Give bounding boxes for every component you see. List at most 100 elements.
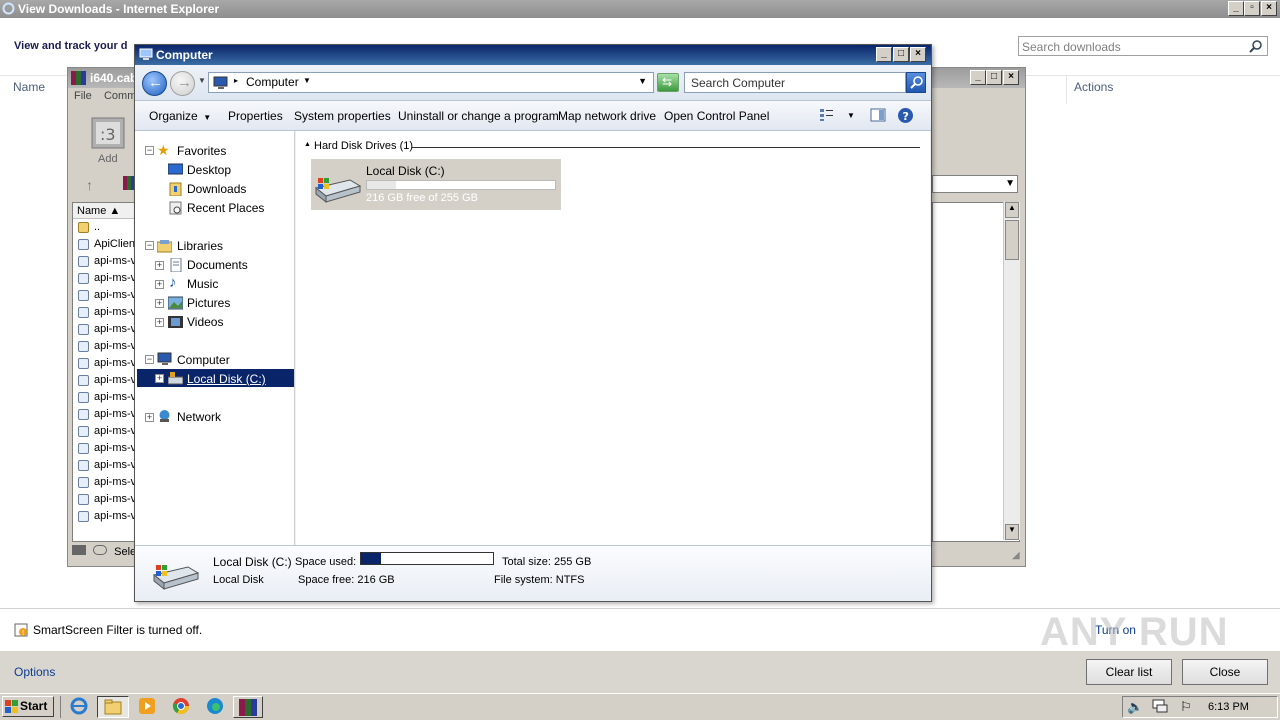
edge-icon[interactable] [206,697,224,715]
view-options-chevron-icon[interactable]: ▼ [847,111,855,120]
archive-close-button[interactable]: × [1003,70,1019,85]
nav-item-documents[interactable]: Documents [187,258,248,272]
group-collapse-icon[interactable]: ▲ [304,141,311,148]
nav-item-downloads[interactable]: Downloads [187,182,246,196]
forward-button[interactable]: → [170,71,195,96]
up-arrow-icon[interactable]: ↑ [86,177,93,193]
list-item[interactable]: api-ms-v [78,474,136,491]
uninstall-program-button[interactable]: Uninstall or change a program [398,109,559,123]
list-item[interactable]: api-ms-v [78,491,136,508]
nav-item-music[interactable]: Music [187,277,218,291]
change-view-icon[interactable] [819,108,835,122]
close-button[interactable]: Close [1182,659,1268,685]
internet-explorer-icon[interactable] [70,697,88,715]
archive-path-dropdown[interactable]: ▼ [932,175,1018,193]
archive-menu-commands[interactable]: Comm [104,90,136,102]
local-disk-expand-toggle[interactable]: + [155,374,164,383]
options-link[interactable]: Options [14,665,55,679]
computer-collapse-toggle[interactable]: − [145,355,154,364]
ie-column-name[interactable]: Name [13,80,45,94]
ie-column-actions[interactable]: Actions [1074,80,1113,94]
nav-item-network[interactable]: Network [177,410,221,424]
address-chevron-icon[interactable]: ▼ [303,76,311,85]
ie-close-button[interactable]: × [1261,1,1277,16]
volume-icon[interactable]: 🔈 [1127,699,1143,715]
properties-button[interactable]: Properties [228,109,283,123]
network-expand-toggle[interactable]: + [145,413,154,422]
address-dropdown-icon[interactable]: ▼ [638,76,647,86]
archive-minimize-button[interactable]: _ [970,70,986,85]
nav-item-favorites[interactable]: Favorites [177,144,226,158]
clear-list-button[interactable]: Clear list [1086,659,1172,685]
list-item[interactable]: api-ms-v [78,440,136,457]
list-item[interactable]: api-ms-v [78,406,136,423]
chevron-down-icon[interactable]: ▼ [1005,178,1015,189]
ie-restore-button[interactable]: ▫ [1244,1,1260,16]
list-item[interactable]: api-ms-v [78,321,136,338]
recent-places-icon [169,201,182,215]
list-item[interactable]: api-ms-v [78,423,136,440]
nav-item-desktop[interactable]: Desktop [187,163,231,177]
scroll-up-arrow[interactable]: ▲ [1005,202,1019,218]
nav-item-computer[interactable]: Computer [177,353,230,367]
group-header-hard-disk-drives[interactable]: Hard Disk Drives (1) [314,140,413,152]
nav-item-local-disk[interactable]: Local Disk (C:) [187,372,266,386]
taskbar-clock[interactable]: 6:13 PM [1208,701,1249,713]
list-item[interactable]: api-ms-v [78,457,136,474]
archive-scrollbar[interactable]: ▲ ▼ [1003,202,1020,540]
media-player-icon[interactable] [138,697,156,715]
list-item[interactable]: api-ms-v [78,372,136,389]
refresh-button[interactable]: ⇆ [657,73,679,92]
list-item[interactable]: api-ms-v [78,389,136,406]
list-item[interactable]: api-ms-v [78,355,136,372]
address-breadcrumb-computer[interactable]: Computer [246,75,299,89]
hard-drive-large-icon [152,565,200,591]
map-network-drive-button[interactable]: Map network drive [558,109,656,123]
videos-expand-toggle[interactable]: + [155,318,164,327]
libraries-collapse-toggle[interactable]: − [145,241,154,250]
archive-list-header-name[interactable]: Name ▲ [73,203,135,219]
open-control-panel-button[interactable]: Open Control Panel [664,109,769,123]
search-icon[interactable] [1249,39,1263,53]
recent-pages-chevron-icon[interactable]: ▼ [198,76,206,85]
start-button[interactable]: Start [2,696,54,717]
documents-expand-toggle[interactable]: + [155,261,164,270]
list-item[interactable]: .. [78,219,136,236]
winrar-taskbar-button[interactable] [233,696,263,718]
back-button[interactable]: ← [142,71,167,96]
explorer-close-button[interactable]: × [910,47,926,62]
ie-search-input[interactable]: Search downloads [1018,36,1268,56]
list-item[interactable]: api-ms-v [78,304,136,321]
breadcrumb-separator-icon[interactable]: ▸ [234,76,238,85]
pictures-expand-toggle[interactable]: + [155,299,164,308]
list-item[interactable]: api-ms-v [78,508,136,525]
explorer-minimize-button[interactable]: _ [876,47,892,62]
help-icon[interactable]: ? [897,107,914,124]
scroll-thumb[interactable] [1005,220,1019,260]
nav-item-libraries[interactable]: Libraries [177,239,223,253]
favorites-collapse-toggle[interactable]: − [145,146,154,155]
scroll-down-arrow[interactable]: ▼ [1005,524,1019,540]
nav-item-recent-places[interactable]: Recent Places [187,201,264,215]
archive-menu-file[interactable]: File [74,90,92,102]
chrome-icon[interactable] [172,697,190,715]
resize-grip-icon[interactable]: ◢ [1012,550,1020,561]
ie-minimize-button[interactable]: _ [1228,1,1244,16]
network-tray-icon[interactable] [1152,699,1168,714]
list-item[interactable]: api-ms-v [78,253,136,270]
nav-item-pictures[interactable]: Pictures [187,296,230,310]
list-item[interactable]: api-ms-v [78,270,136,287]
explorer-taskbar-button[interactable] [97,696,129,718]
explorer-search-button[interactable] [906,72,926,93]
archive-maximize-button[interactable]: □ [986,70,1002,85]
list-item[interactable]: ApiClient [78,236,136,253]
preview-pane-icon[interactable] [870,108,886,122]
system-properties-button[interactable]: System properties [294,109,391,123]
nav-item-videos[interactable]: Videos [187,315,223,329]
list-item[interactable]: api-ms-v [78,287,136,304]
action-center-flag-icon[interactable]: ⚐ [1180,699,1192,715]
list-item[interactable]: api-ms-v [78,338,136,355]
explorer-maximize-button[interactable]: □ [893,47,909,62]
music-expand-toggle[interactable]: + [155,280,164,289]
organize-button[interactable]: Organize ▼ [149,109,211,123]
